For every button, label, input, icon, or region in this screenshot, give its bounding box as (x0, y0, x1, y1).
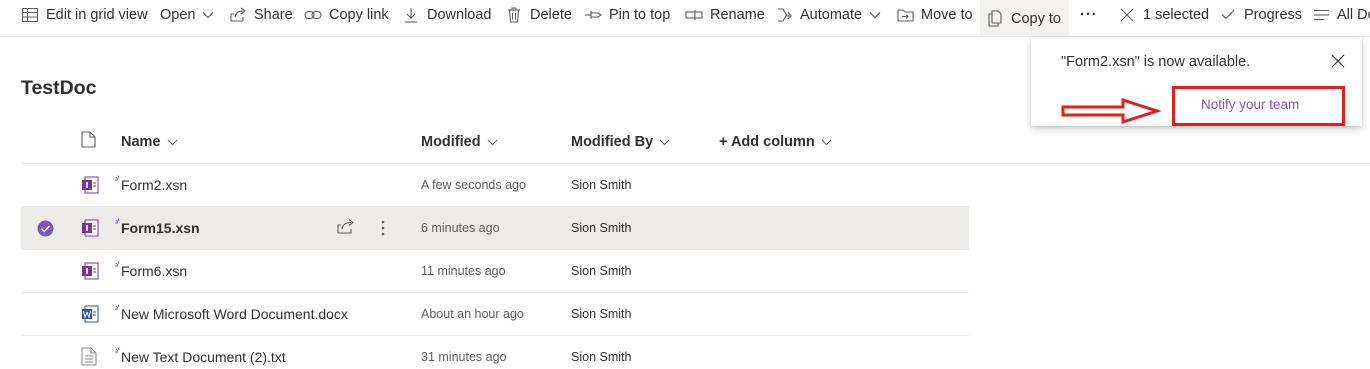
more-actions-button[interactable]: ··· (1080, 0, 1098, 29)
modified-date: A few seconds ago (421, 178, 526, 192)
file-row[interactable]: Form2.xsn A few seconds ago Sion Smith (21, 164, 969, 207)
modified-date: 31 minutes ago (421, 350, 507, 364)
modified-date: 6 minutes ago (421, 221, 500, 235)
file-name[interactable]: Form6.xsn (121, 263, 187, 279)
modified-by-column-header[interactable]: Modified By (571, 125, 670, 158)
document-icon (81, 131, 96, 152)
copy-link-label: Copy link (329, 6, 389, 23)
move-to-label: Move to (921, 6, 973, 23)
list-header: Name Modified Modified By + Add column (21, 125, 1370, 164)
share-icon (229, 6, 247, 24)
move-icon (896, 6, 914, 24)
download-label: Download (427, 6, 492, 23)
delete-label: Delete (530, 6, 572, 23)
word-icon (81, 304, 99, 324)
open-button[interactable]: Open (160, 0, 214, 29)
infopath-icon (81, 175, 99, 195)
library-title: TestDoc (21, 77, 97, 99)
chevron-down-icon (659, 134, 670, 150)
chevron-down-icon (167, 134, 178, 150)
view-selector-label: All Documents (1337, 6, 1370, 23)
clear-selection-button[interactable]: 1 selected (1118, 0, 1209, 29)
file-row[interactable]: New Microsoft Word Document.docx About a… (21, 293, 969, 336)
modified-by: Sion Smith (571, 307, 632, 321)
text-file-icon (81, 347, 99, 367)
selected-checkmark-icon[interactable] (37, 220, 54, 237)
automate-label: Automate (800, 6, 863, 23)
file-row[interactable]: Form6.xsn 11 minutes ago Sion Smith (21, 250, 969, 293)
rename-icon (685, 6, 703, 24)
delete-button[interactable]: Delete (505, 0, 572, 29)
file-name[interactable]: Form15.xsn (121, 220, 200, 236)
link-icon (304, 6, 322, 24)
download-icon (402, 6, 420, 24)
progress-label: Progress (1244, 6, 1303, 23)
modified-by: Sion Smith (571, 178, 632, 192)
chevron-down-icon (487, 134, 498, 150)
copy-icon (986, 10, 1004, 28)
share-label: Share (254, 6, 293, 23)
close-icon[interactable] (1330, 53, 1346, 69)
command-bar: Edit in grid view Open Share Copy link D… (0, 0, 1370, 37)
add-column-label: + Add column (719, 133, 815, 150)
more-options-icon[interactable] (373, 218, 393, 238)
share-button[interactable]: Share (229, 0, 293, 29)
trash-icon (505, 6, 523, 24)
name-column-header[interactable]: Name (121, 125, 178, 158)
view-progress-button[interactable]: Progress (1219, 0, 1302, 29)
modified-by: Sion Smith (571, 221, 632, 235)
modified-column-label: Modified (421, 133, 481, 150)
copy-link-button[interactable]: Copy link (304, 0, 389, 29)
file-name[interactable]: New Microsoft Word Document.docx (121, 306, 348, 322)
modified-by-column-label: Modified By (571, 133, 654, 150)
flow-icon (775, 6, 793, 24)
view-selector-button[interactable]: All Documents (1312, 0, 1370, 29)
pin-icon (584, 6, 602, 24)
open-label: Open (160, 6, 196, 23)
pin-to-top-button[interactable]: Pin to top (584, 0, 670, 29)
copy-to-button[interactable]: Copy to (980, 0, 1069, 36)
chevron-down-icon (869, 11, 881, 19)
grid-icon (21, 6, 39, 24)
share-icon[interactable] (337, 218, 357, 238)
add-column-button[interactable]: + Add column (719, 125, 832, 158)
infopath-icon (81, 218, 99, 238)
chevron-down-icon (202, 11, 214, 19)
rename-button[interactable]: Rename (685, 0, 765, 29)
file-row[interactable]: Form15.xsn 6 minutes ago Sion Smith (21, 207, 969, 250)
selected-count-label: 1 selected (1143, 6, 1210, 23)
close-icon (1118, 6, 1136, 24)
edit-in-grid-view-button[interactable]: Edit in grid view (21, 0, 148, 29)
checkmark-icon (1219, 6, 1237, 24)
infopath-icon (81, 261, 99, 281)
file-row[interactable]: New Text Document (2).txt 31 minutes ago… (21, 336, 969, 369)
download-button[interactable]: Download (402, 0, 492, 29)
modified-column-header[interactable]: Modified (421, 125, 498, 158)
pin-to-top-label: Pin to top (609, 6, 671, 23)
modified-by: Sion Smith (571, 264, 632, 278)
modified-date: About an hour ago (421, 307, 524, 321)
more-icon: ··· (1080, 6, 1098, 23)
modified-by: Sion Smith (571, 350, 632, 364)
file-name[interactable]: New Text Document (2).txt (121, 349, 286, 365)
file-name[interactable]: Form2.xsn (121, 177, 187, 193)
annotation-highlight-box (1172, 86, 1345, 126)
chevron-down-icon (821, 134, 832, 150)
move-to-button[interactable]: Move to (896, 0, 973, 29)
rename-label: Rename (710, 6, 765, 23)
name-column-label: Name (121, 133, 161, 150)
list-lines-icon (1312, 6, 1330, 24)
copy-to-label: Copy to (1011, 10, 1061, 27)
edit-in-grid-view-label: Edit in grid view (46, 6, 148, 23)
file-type-column-header[interactable] (81, 125, 96, 158)
modified-date: 11 minutes ago (421, 264, 506, 278)
automate-button[interactable]: Automate (775, 0, 881, 29)
notification-message: "Form2.xsn" is now available. (1061, 54, 1251, 70)
annotation-arrow-icon (1061, 97, 1161, 125)
